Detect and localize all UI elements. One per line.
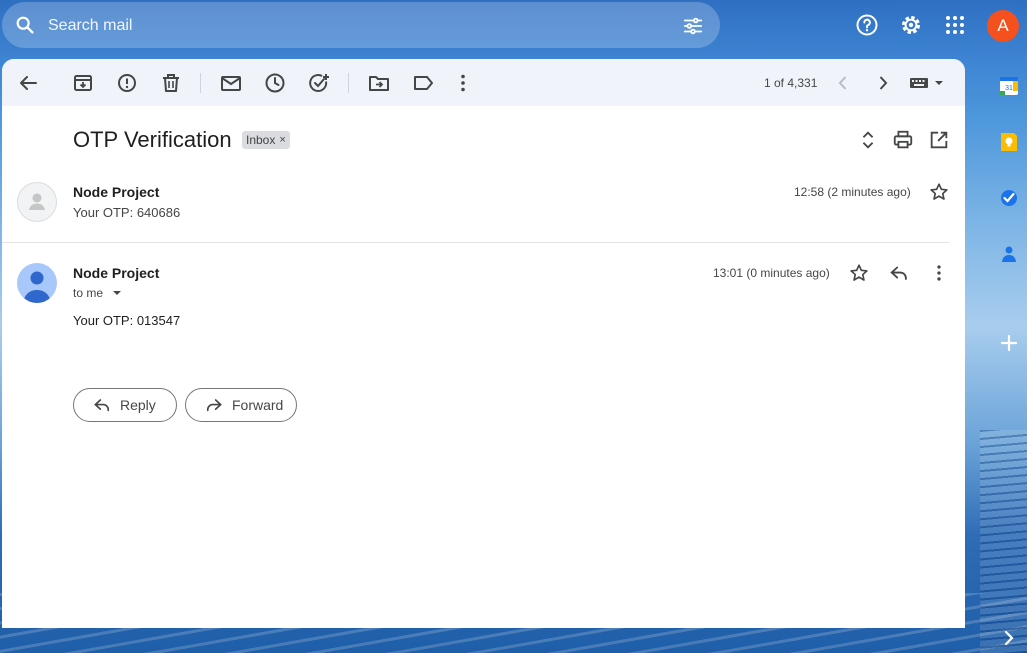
print-icon[interactable] bbox=[892, 129, 914, 151]
caret-down-icon[interactable] bbox=[112, 289, 122, 297]
apps-grid-icon[interactable] bbox=[943, 13, 967, 37]
reply-icon[interactable] bbox=[888, 262, 910, 284]
forward-button-label: Forward bbox=[232, 397, 284, 413]
report-spam-icon[interactable] bbox=[115, 71, 139, 95]
expand-all-icon[interactable] bbox=[857, 129, 879, 151]
sender-name[interactable]: Node Project bbox=[73, 184, 159, 200]
reply-icon bbox=[94, 399, 110, 412]
message-toolbar: 1 of 4,331 bbox=[2, 59, 965, 106]
more-options-icon[interactable] bbox=[928, 262, 950, 284]
search-icon[interactable] bbox=[14, 14, 36, 36]
back-arrow-icon[interactable] bbox=[16, 71, 40, 95]
message-timestamp: 12:58 (2 minutes ago) bbox=[794, 185, 911, 199]
recipient-details-toggle[interactable]: to me bbox=[73, 286, 122, 300]
message-body: Your OTP: 013547 bbox=[73, 313, 181, 328]
toolbar-divider bbox=[200, 73, 201, 93]
contacts-icon[interactable] bbox=[999, 244, 1019, 264]
move-to-icon[interactable] bbox=[367, 71, 391, 95]
message-panel: 1 of 4,331 OTP Verification Inbox × Node… bbox=[2, 59, 965, 628]
message-timestamp: 13:01 (0 minutes ago) bbox=[713, 266, 830, 280]
expand-side-panel-icon[interactable] bbox=[999, 628, 1019, 648]
input-tools-keyboard-icon[interactable] bbox=[908, 74, 944, 92]
forward-icon bbox=[206, 399, 222, 412]
email-subject: OTP Verification bbox=[73, 127, 232, 152]
star-icon[interactable] bbox=[848, 262, 870, 284]
background-sea bbox=[980, 430, 1027, 653]
svg-text:31: 31 bbox=[1005, 85, 1013, 92]
search-input[interactable] bbox=[46, 12, 650, 40]
tasks-icon[interactable] bbox=[999, 188, 1019, 208]
newer-chevron-icon[interactable] bbox=[831, 71, 855, 95]
open-in-new-window-icon[interactable] bbox=[928, 129, 950, 151]
toolbar-divider bbox=[348, 73, 349, 93]
person-icon bbox=[29, 193, 45, 210]
help-icon[interactable] bbox=[855, 13, 879, 37]
star-icon[interactable] bbox=[928, 181, 950, 203]
search-bar[interactable] bbox=[2, 2, 720, 48]
recipient-text: to me bbox=[73, 286, 104, 300]
more-options-icon[interactable] bbox=[451, 71, 475, 95]
label-icon[interactable] bbox=[411, 71, 435, 95]
settings-icon[interactable] bbox=[899, 13, 923, 37]
account-avatar[interactable]: A bbox=[987, 10, 1019, 42]
reply-button[interactable]: Reply bbox=[73, 388, 177, 422]
sender-avatar bbox=[17, 182, 57, 222]
forward-button[interactable]: Forward bbox=[185, 388, 297, 422]
calendar-icon[interactable]: 31 bbox=[999, 76, 1019, 96]
add-addon-icon[interactable] bbox=[999, 333, 1019, 353]
sender-avatar bbox=[17, 263, 57, 303]
mark-unread-icon[interactable] bbox=[219, 71, 243, 95]
message-divider bbox=[2, 242, 949, 243]
inbox-label-text: Inbox bbox=[246, 133, 276, 147]
pagination-count: 1 of 4,331 bbox=[764, 76, 818, 90]
keep-icon[interactable] bbox=[999, 132, 1019, 152]
inbox-label-chip[interactable]: Inbox × bbox=[242, 131, 290, 149]
delete-icon[interactable] bbox=[159, 71, 183, 95]
person-icon bbox=[23, 271, 51, 303]
add-task-icon[interactable] bbox=[307, 71, 331, 95]
snooze-icon[interactable] bbox=[263, 71, 287, 95]
message-snippet[interactable]: Your OTP: 640686 bbox=[73, 205, 180, 220]
remove-label-icon[interactable]: × bbox=[279, 131, 285, 149]
search-options-icon[interactable] bbox=[682, 15, 704, 37]
older-chevron-icon[interactable] bbox=[871, 71, 895, 95]
archive-icon[interactable] bbox=[71, 71, 95, 95]
reply-button-label: Reply bbox=[120, 397, 156, 413]
sender-name[interactable]: Node Project bbox=[73, 265, 159, 281]
